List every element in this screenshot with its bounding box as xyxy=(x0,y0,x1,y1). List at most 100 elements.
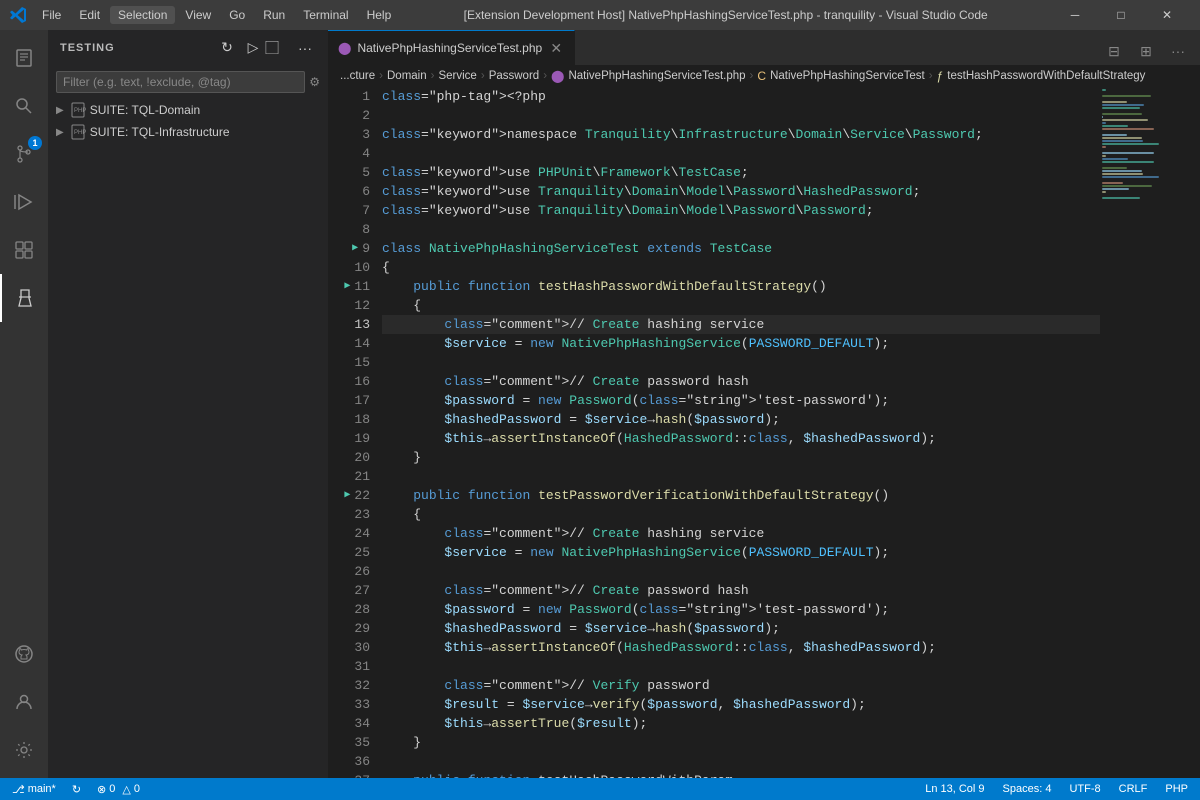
titlebar-controls: ─ □ ✕ xyxy=(1052,0,1190,30)
run-all-tests-button[interactable]: ▷ xyxy=(242,37,264,59)
titlebar: File Edit Selection View Go Run Terminal… xyxy=(0,0,1200,30)
code-line-12: { xyxy=(382,296,1100,315)
minimap-line xyxy=(1102,182,1123,184)
line-number-2: 2 xyxy=(328,106,378,125)
more-tabs-button[interactable]: ··· xyxy=(1164,37,1192,65)
menu-file[interactable]: File xyxy=(34,6,69,24)
test-filter-input[interactable] xyxy=(56,71,305,93)
line-number-23: 23 xyxy=(328,505,378,524)
cancel-runs-button[interactable]: ⃞ xyxy=(268,37,290,59)
minimap-line xyxy=(1102,101,1127,103)
tab-close-button[interactable]: ✕ xyxy=(548,40,564,56)
activity-explorer[interactable] xyxy=(0,34,48,82)
sync-status[interactable]: ↻ xyxy=(68,778,85,800)
activity-account[interactable] xyxy=(0,678,48,726)
line-number-18: 18 xyxy=(328,410,378,429)
code-line-16: class="comment">// Create password hash xyxy=(382,372,1100,391)
main-area: 1 xyxy=(0,30,1200,778)
minimap-line xyxy=(1102,146,1106,148)
code-line-36 xyxy=(382,752,1100,771)
line-number-8: 8 xyxy=(328,220,378,239)
bc-password[interactable]: Password xyxy=(489,70,540,82)
activity-extensions[interactable] xyxy=(0,226,48,274)
line-number-9: ▶9 xyxy=(328,239,378,258)
encoding-status[interactable]: UTF-8 xyxy=(1065,778,1104,800)
bc-sep-5: › xyxy=(750,70,754,82)
line-numbers: 12345678▶910▶1112131415161718192021▶2223… xyxy=(328,87,378,778)
bc-sep-4: › xyxy=(543,70,547,82)
cursor-position-status[interactable]: Ln 13, Col 9 xyxy=(921,778,988,800)
line-number-12: 12 xyxy=(328,296,378,315)
errors-warnings-status[interactable]: ⊗ 0 △ 0 xyxy=(93,778,144,800)
more-actions-button[interactable]: ··· xyxy=(294,37,316,59)
activity-source-control[interactable]: 1 xyxy=(0,130,48,178)
test-suites-list: ▶ PHP SUITE: TQL-Domain ▶ PHP SUITE: TQL… xyxy=(48,99,328,778)
minimap-line xyxy=(1102,104,1144,106)
statusbar-left: ⎇ main* ↻ ⊗ 0 △ 0 xyxy=(8,778,144,800)
code-line-34: $this→assertTrue($result); xyxy=(382,714,1100,733)
menu-terminal[interactable]: Terminal xyxy=(295,6,356,24)
menu-help[interactable]: Help xyxy=(359,6,400,24)
filter-icon[interactable]: ⚙ xyxy=(309,75,320,89)
line-number-15: 15 xyxy=(328,353,378,372)
code-line-10: { xyxy=(382,258,1100,277)
git-branch-label: main* xyxy=(28,783,56,795)
line-number-10: 10 xyxy=(328,258,378,277)
git-branch-icon: ⎇ xyxy=(12,783,25,796)
suite-tql-domain[interactable]: ▶ PHP SUITE: TQL-Domain xyxy=(48,99,328,121)
line-ending-status[interactable]: CRLF xyxy=(1115,778,1152,800)
bc-php-icon: ⬤ xyxy=(551,69,564,83)
menu-run[interactable]: Run xyxy=(255,6,293,24)
suite-tql-infrastructure[interactable]: ▶ PHP SUITE: TQL-Infrastructure xyxy=(48,121,328,143)
sidebar-header: TESTING ↻ ▷ ⃞ ··· xyxy=(48,30,328,65)
run-test-button-9[interactable]: ▶ xyxy=(352,239,358,258)
minimap-line xyxy=(1102,119,1148,121)
bc-architecture[interactable]: ...cture xyxy=(340,70,375,82)
code-area[interactable]: class="php-tag"><?php class="keyword">na… xyxy=(378,87,1100,778)
close-button[interactable]: ✕ xyxy=(1144,0,1190,30)
code-line-27: class="comment">// Create password hash xyxy=(382,581,1100,600)
menu-edit[interactable]: Edit xyxy=(71,6,108,24)
bc-file[interactable]: NativePhpHashingServiceTest.php xyxy=(568,70,745,82)
line-number-20: 20 xyxy=(328,448,378,467)
menu-selection[interactable]: Selection xyxy=(110,6,175,24)
line-number-29: 29 xyxy=(328,619,378,638)
line-number-37: 37 xyxy=(328,771,378,778)
maximize-button[interactable]: □ xyxy=(1098,0,1144,30)
bc-service[interactable]: Service xyxy=(438,70,476,82)
tab-native-php-hashing[interactable]: ⬤ NativePhpHashingServiceTest.php ✕ xyxy=(328,30,575,65)
line-number-11: ▶11 xyxy=(328,277,378,296)
statusbar-right: Ln 13, Col 9 Spaces: 4 UTF-8 CRLF PHP xyxy=(921,778,1192,800)
activity-testing[interactable] xyxy=(0,274,48,322)
code-line-31 xyxy=(382,657,1100,676)
activity-settings[interactable] xyxy=(0,726,48,774)
git-branch-status[interactable]: ⎇ main* xyxy=(8,778,60,800)
minimap-line xyxy=(1102,185,1152,187)
layout-button[interactable]: ⊞ xyxy=(1132,37,1160,65)
bc-sep-1: › xyxy=(379,70,383,82)
language-status[interactable]: PHP xyxy=(1161,778,1192,800)
split-editor-button[interactable]: ⊟ xyxy=(1100,37,1128,65)
code-line-26 xyxy=(382,562,1100,581)
suite-chevron-icon-2: ▶ xyxy=(56,127,64,138)
bc-class[interactable]: NativePhpHashingServiceTest xyxy=(770,70,925,82)
code-line-17: $password = new Password(class="string">… xyxy=(382,391,1100,410)
bc-method[interactable]: testHashPasswordWithDefaultStrategy xyxy=(947,70,1145,82)
refresh-tests-button[interactable]: ↻ xyxy=(216,37,238,59)
minimap-line xyxy=(1102,167,1127,169)
bc-domain[interactable]: Domain xyxy=(387,70,427,82)
menu-view[interactable]: View xyxy=(177,6,219,24)
line-number-19: 19 xyxy=(328,429,378,448)
run-test-button-22[interactable]: ▶ xyxy=(344,486,350,505)
minimap-content xyxy=(1100,87,1200,202)
activity-search[interactable] xyxy=(0,82,48,130)
activity-run[interactable] xyxy=(0,178,48,226)
minimap-line xyxy=(1102,113,1142,115)
line-number-13: 13 xyxy=(328,315,378,334)
line-number-16: 16 xyxy=(328,372,378,391)
indentation-status[interactable]: Spaces: 4 xyxy=(999,778,1056,800)
run-test-button-11[interactable]: ▶ xyxy=(344,277,350,296)
minimize-button[interactable]: ─ xyxy=(1052,0,1098,30)
menu-go[interactable]: Go xyxy=(221,6,253,24)
activity-github[interactable] xyxy=(0,630,48,678)
